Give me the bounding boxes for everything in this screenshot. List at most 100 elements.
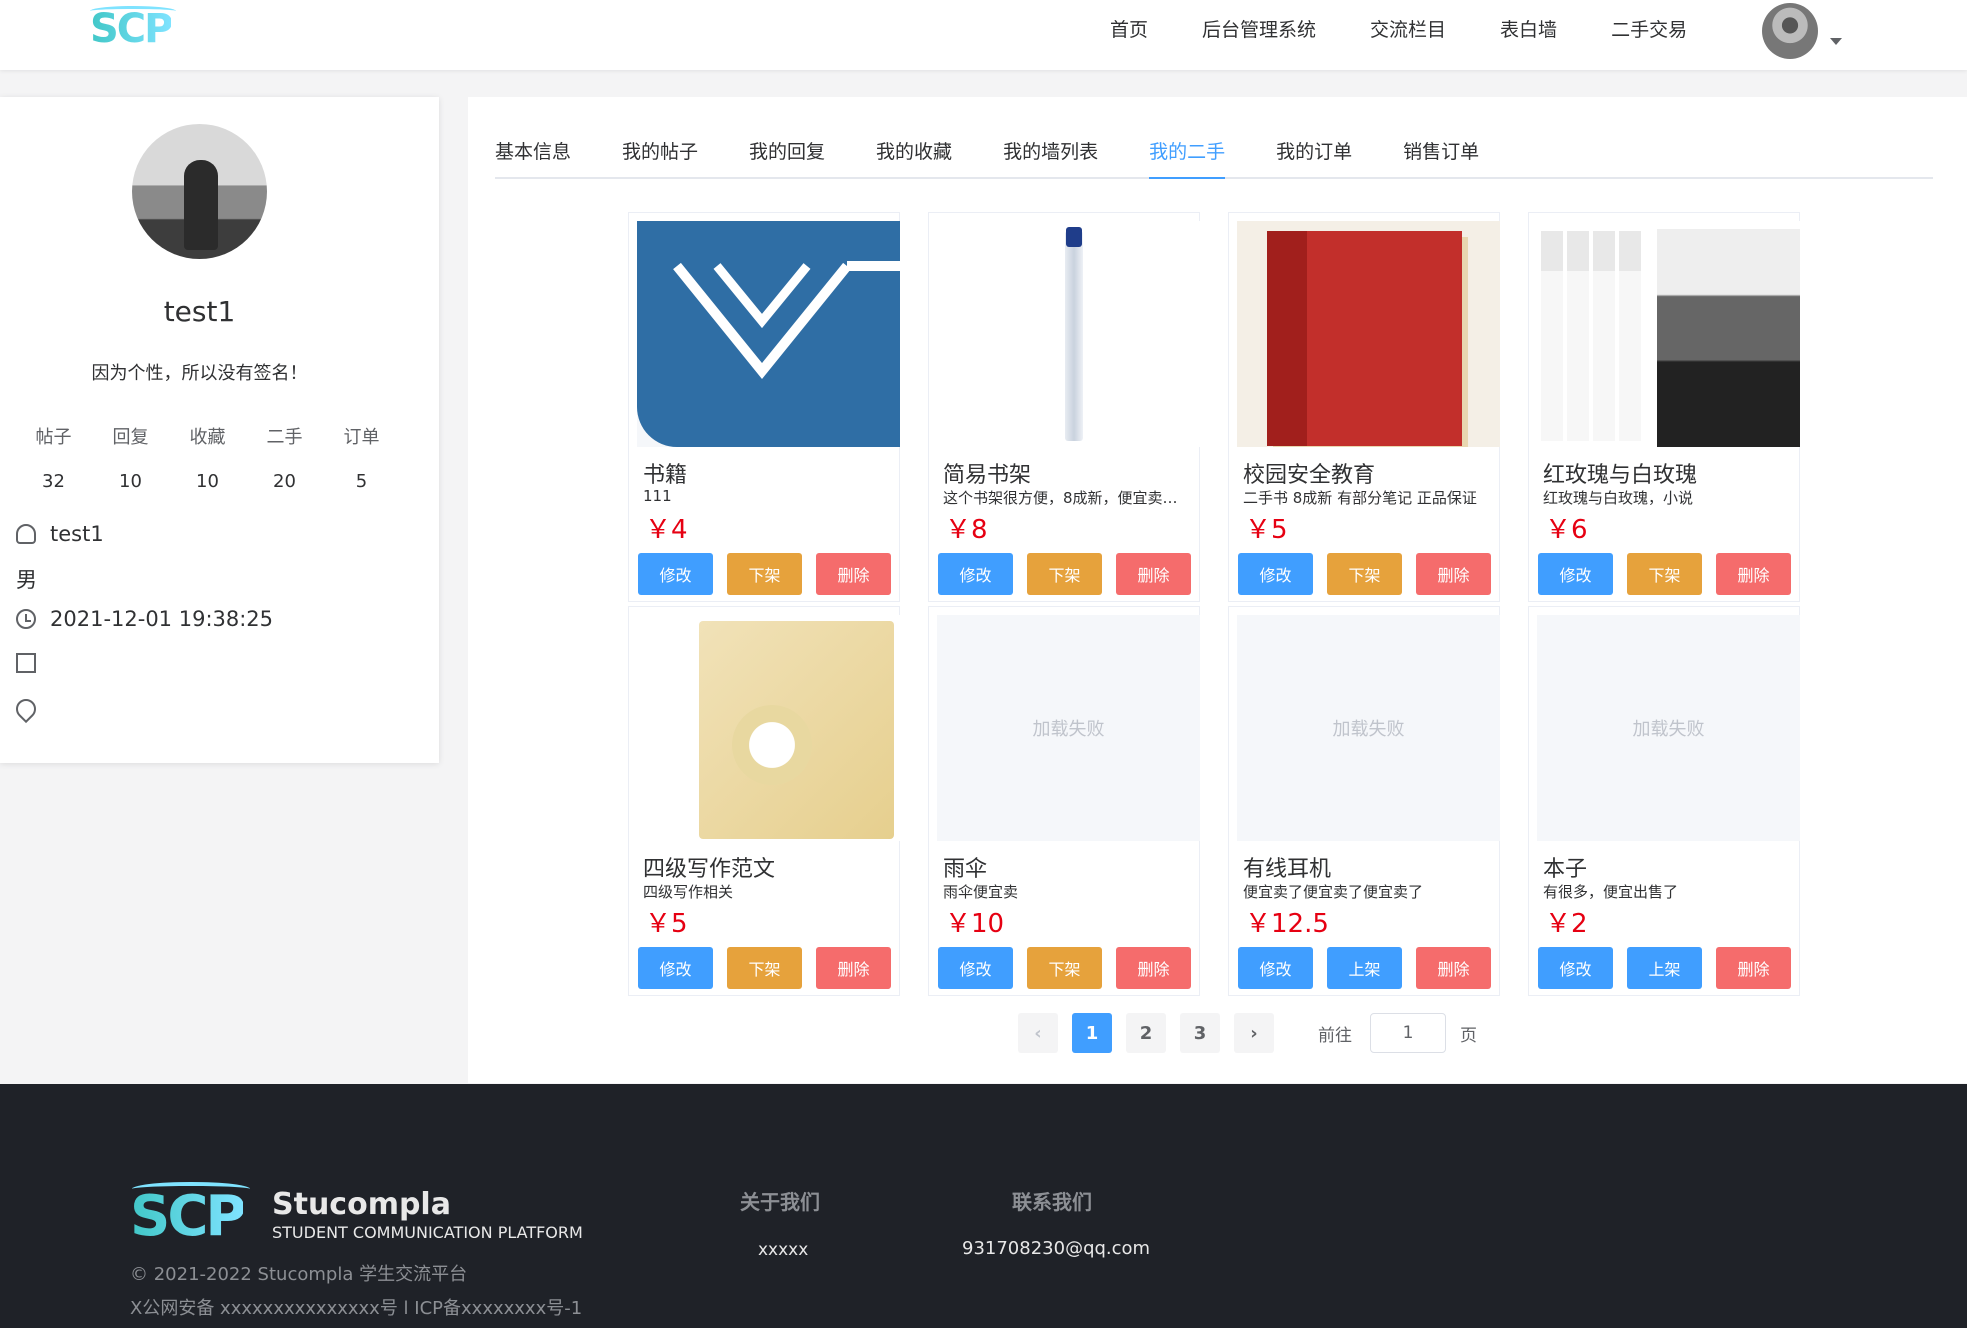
item-card: 四级写作范文 四级写作相关 ￥5 修改 下架 删除 (628, 606, 900, 996)
footer-logo: SCP (130, 1184, 246, 1249)
footer-icp: X公网安备 xxxxxxxxxxxxxxx号 l ICP备xxxxxxxx号-1 (130, 1298, 583, 1319)
stat-favorites: 收藏 10 (189, 427, 226, 492)
status-button[interactable]: 下架 (1327, 553, 1402, 595)
item-image[interactable] (1237, 221, 1500, 447)
stat-replies: 回复 10 (112, 427, 149, 492)
stat-orders: 订单 5 (343, 427, 380, 492)
delete-button[interactable]: 删除 (816, 553, 891, 595)
delete-button[interactable]: 删除 (1716, 947, 1791, 989)
edit-button[interactable]: 修改 (1538, 947, 1613, 989)
nav-home[interactable]: 首页 (1110, 15, 1148, 42)
tab-my-orders[interactable]: 我的订单 (1276, 137, 1352, 179)
status-button[interactable]: 上架 (1327, 947, 1402, 989)
item-title: 四级写作范文 (643, 857, 776, 882)
item-card: 加载失败 雨伞 雨伞便宜卖 ￥10 修改 下架 删除 (928, 606, 1200, 996)
delete-button[interactable]: 删除 (816, 947, 891, 989)
item-desc: 红玫瑰与白玫瑰，小说 (1543, 489, 1694, 507)
edit-button[interactable]: 修改 (1238, 553, 1313, 595)
item-price: ￥2 (1545, 909, 1588, 939)
item-card: 校园安全教育 二手书 8成新 有部分笔记 正品保证 ￥5 修改 下架 删除 (1228, 212, 1500, 602)
item-title: 简易书架 (943, 463, 1032, 488)
page-button[interactable]: 2 (1126, 1013, 1166, 1053)
edit-button[interactable]: 修改 (638, 553, 713, 595)
info-joined: 2021-12-01 19:38:25 (16, 607, 273, 631)
status-button[interactable]: 下架 (1027, 553, 1102, 595)
location-pin-icon (11, 694, 41, 724)
item-desc: 二手书 8成新 有部分笔记 正品保证 (1243, 489, 1477, 507)
chevron-down-icon[interactable] (1830, 38, 1842, 45)
item-desc: 111 (643, 487, 672, 505)
delete-button[interactable]: 删除 (1416, 947, 1491, 989)
status-button[interactable]: 下架 (727, 947, 802, 989)
item-image[interactable] (637, 615, 900, 841)
goto-label: 前往 (1318, 1025, 1352, 1046)
pagination: ‹ 1 2 3 › 前往 页 (1018, 1013, 1477, 1053)
image-load-failed: 加载失败 (1332, 719, 1405, 740)
profile-stats: 帖子 32 回复 10 收藏 10 二手 20 订单 5 (15, 423, 400, 492)
delete-button[interactable]: 删除 (1416, 553, 1491, 595)
profile-name: test1 (163, 295, 236, 328)
page-button[interactable]: 1 (1072, 1013, 1112, 1053)
tab-sales-orders[interactable]: 销售订单 (1403, 137, 1479, 179)
footer-about-value[interactable]: xxxxx (758, 1240, 808, 1260)
nav-admin[interactable]: 后台管理系统 (1202, 15, 1316, 42)
goto-suffix: 页 (1460, 1025, 1477, 1046)
item-card: 书籍 111 ￥4 修改 下架 删除 (628, 212, 900, 602)
item-image[interactable] (1537, 221, 1800, 447)
item-image[interactable]: 加载失败 (1537, 615, 1800, 841)
item-image[interactable] (937, 221, 1200, 447)
item-image[interactable]: 加载失败 (1237, 615, 1500, 841)
clock-icon (16, 609, 36, 629)
profile-card: test1 因为个性，所以没有签名！ 帖子 32 回复 10 收藏 10 二手 20 订… (0, 97, 439, 763)
item-price: ￥4 (645, 515, 688, 545)
tab-my-posts[interactable]: 我的帖子 (622, 137, 698, 179)
page-button[interactable]: 3 (1180, 1013, 1220, 1053)
status-button[interactable]: 上架 (1627, 947, 1702, 989)
tab-basic-info[interactable]: 基本信息 (495, 137, 571, 179)
tab-my-wall[interactable]: 我的墙列表 (1003, 137, 1098, 179)
site-footer: SCP Stucompla STUDENT COMMUNICATION PLAT… (0, 1084, 1967, 1328)
image-load-failed: 加载失败 (1632, 719, 1705, 740)
status-button[interactable]: 下架 (1027, 947, 1102, 989)
info-school (16, 653, 50, 673)
user-icon (16, 524, 36, 544)
item-image[interactable] (637, 221, 900, 447)
item-card: 加载失败 本子 有很多，便宜出售了 ￥2 修改 上架 删除 (1528, 606, 1800, 996)
status-button[interactable]: 下架 (727, 553, 802, 595)
nav-forum[interactable]: 交流栏目 (1370, 15, 1446, 42)
main-panel: 基本信息 我的帖子 我的回复 我的收藏 我的墙列表 我的二手 我的订单 销售订单… (468, 97, 1967, 1083)
tab-my-second-hand[interactable]: 我的二手 (1149, 137, 1226, 179)
item-price: ￥5 (645, 909, 688, 939)
footer-brand-subtitle: STUDENT COMMUNICATION PLATFORM (272, 1223, 583, 1242)
info-location (11, 694, 50, 724)
edit-button[interactable]: 修改 (938, 553, 1013, 595)
user-avatar[interactable] (1762, 3, 1818, 59)
item-desc: 这个书架很方便，8成新，便宜卖啦快来买吧 (943, 489, 1188, 507)
item-price: ￥8 (945, 515, 988, 545)
edit-button[interactable]: 修改 (638, 947, 713, 989)
nav-confession-wall[interactable]: 表白墙 (1500, 15, 1557, 42)
goto-page-input[interactable] (1370, 1013, 1446, 1053)
delete-button[interactable]: 删除 (1716, 553, 1791, 595)
site-logo[interactable]: SCP (90, 6, 173, 52)
next-page-button[interactable]: › (1234, 1013, 1274, 1053)
item-image[interactable]: 加载失败 (937, 615, 1200, 841)
item-price: ￥10 (945, 909, 1005, 939)
item-title: 书籍 (643, 463, 688, 488)
nav-second-hand[interactable]: 二手交易 (1611, 15, 1687, 42)
footer-contact-value[interactable]: 931708230@qq.com (962, 1238, 1150, 1259)
delete-button[interactable]: 删除 (1116, 553, 1191, 595)
profile-avatar (132, 124, 267, 259)
status-button[interactable]: 下架 (1627, 553, 1702, 595)
item-price: ￥12.5 (1245, 909, 1329, 939)
item-title: 雨伞 (943, 857, 988, 882)
delete-button[interactable]: 删除 (1116, 947, 1191, 989)
tab-my-replies[interactable]: 我的回复 (749, 137, 825, 179)
item-desc: 雨伞便宜卖 (943, 883, 1019, 901)
tab-my-favorites[interactable]: 我的收藏 (876, 137, 952, 179)
edit-button[interactable]: 修改 (1238, 947, 1313, 989)
edit-button[interactable]: 修改 (1538, 553, 1613, 595)
footer-brand: Stucompla (272, 1187, 451, 1222)
prev-page-button[interactable]: ‹ (1018, 1013, 1058, 1053)
edit-button[interactable]: 修改 (938, 947, 1013, 989)
